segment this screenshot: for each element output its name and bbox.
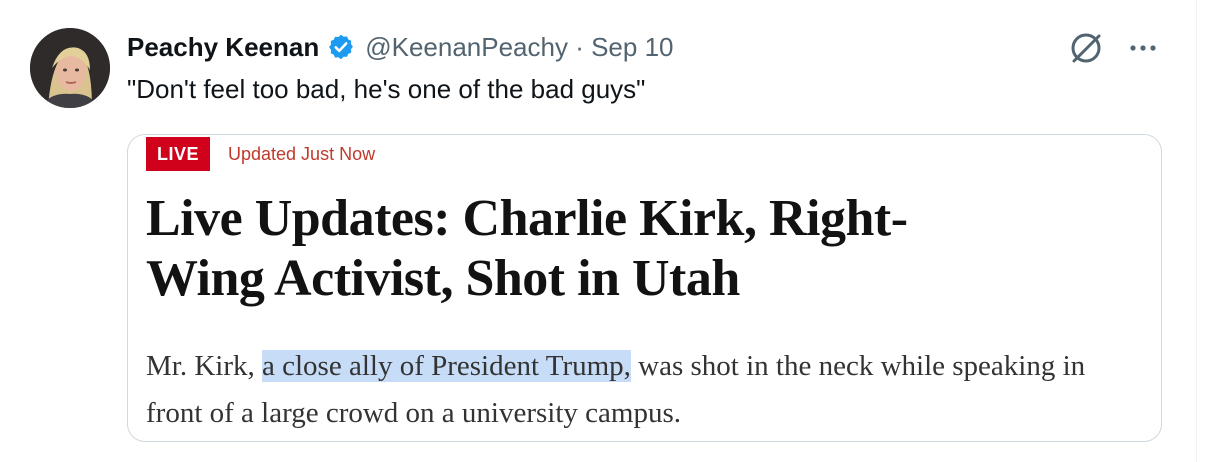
avatar[interactable] bbox=[30, 28, 110, 108]
summary-highlighted-text: a close ally of President Trump, bbox=[262, 350, 631, 382]
tweet-text: "Don't feel too bad, he's one of the bad… bbox=[127, 74, 646, 104]
updated-label: Updated Just Now bbox=[228, 144, 376, 164]
verified-badge-icon[interactable] bbox=[327, 33, 355, 61]
headline-line-2: Wing Activist, Shot in Utah bbox=[146, 250, 740, 307]
live-badge: LIVE bbox=[146, 137, 210, 171]
article-card[interactable]: LIVE Updated Just Now Live Updates: Char… bbox=[127, 134, 1162, 442]
summary-text-start: Mr. Kirk, bbox=[146, 350, 262, 382]
more-icon[interactable] bbox=[1126, 34, 1160, 62]
handle-and-date[interactable]: @KeenanPeachy · Sep 10 bbox=[365, 32, 673, 63]
tweet-header: Peachy Keenan @KeenanPeachy · Sep 10 bbox=[127, 28, 674, 66]
grok-icon[interactable] bbox=[1066, 28, 1106, 68]
author-name[interactable]: Peachy Keenan bbox=[127, 32, 319, 63]
avatar-image bbox=[30, 28, 110, 108]
headline-line-1: Live Updates: Charlie Kirk, Right- bbox=[146, 190, 908, 247]
column-divider bbox=[1196, 0, 1197, 462]
article-summary: Mr. Kirk, a close ally of President Trum… bbox=[146, 343, 1146, 437]
article-headline: Live Updates: Charlie Kirk, Right- Wing … bbox=[146, 189, 1146, 309]
